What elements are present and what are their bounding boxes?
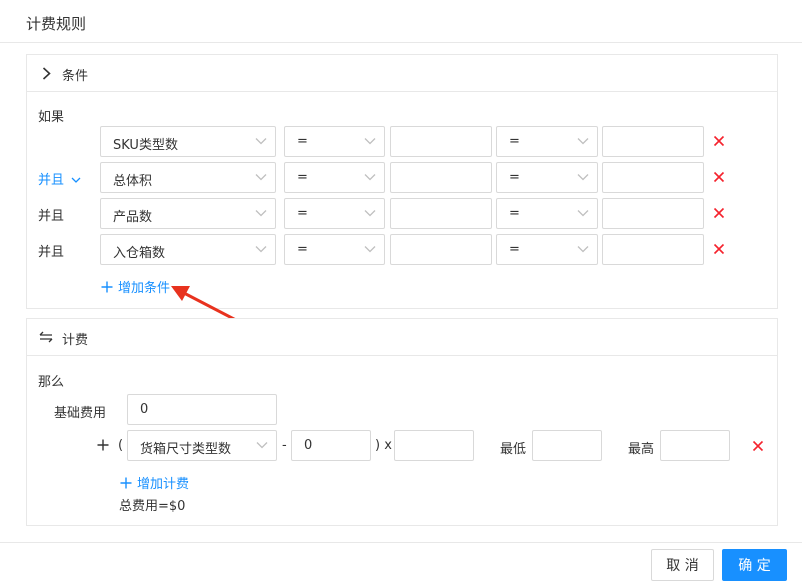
min-label: 最低 bbox=[500, 442, 527, 457]
add-condition-button[interactable]: 增加条件 bbox=[101, 277, 170, 296]
conditions-title: 条件 bbox=[62, 69, 89, 84]
chevron-down-icon bbox=[577, 246, 589, 253]
ok-button[interactable]: 确 定 bbox=[722, 549, 787, 581]
max-input[interactable] bbox=[660, 430, 730, 461]
delete-condition-icon[interactable] bbox=[713, 171, 725, 183]
chevron-down-icon bbox=[71, 177, 81, 183]
chevron-down-icon bbox=[255, 210, 267, 217]
condition-operator-select[interactable]: = bbox=[496, 234, 598, 265]
plus-icon bbox=[97, 439, 109, 451]
chevron-down-icon bbox=[577, 210, 589, 217]
condition-value-input[interactable] bbox=[602, 234, 704, 265]
delete-condition-icon[interactable] bbox=[713, 243, 725, 255]
max-label: 最高 bbox=[628, 442, 655, 457]
condition-operator-select[interactable]: = bbox=[496, 162, 598, 193]
chevron-right-icon[interactable] bbox=[39, 65, 53, 81]
condition-value-input[interactable] bbox=[390, 162, 492, 193]
total-fee-text: 总费用=$0 bbox=[119, 499, 186, 514]
open-paren: ( bbox=[118, 438, 124, 453]
condition-value-input[interactable] bbox=[602, 198, 704, 229]
chevron-down-icon bbox=[577, 174, 589, 181]
chevron-down-icon bbox=[255, 174, 267, 181]
dialog-header: 计费规则 bbox=[0, 0, 802, 43]
billing-field-select[interactable]: 货箱尺寸类型数 bbox=[127, 430, 277, 461]
condition-connector-select[interactable]: 并且 bbox=[38, 169, 81, 188]
base-fee-label: 基础费用 bbox=[54, 406, 107, 421]
delete-condition-icon[interactable] bbox=[713, 135, 725, 147]
cancel-button[interactable]: 取 消 bbox=[651, 549, 714, 581]
then-label: 那么 bbox=[38, 375, 65, 390]
delete-condition-icon[interactable] bbox=[713, 207, 725, 219]
condition-operator-select[interactable]: = bbox=[284, 162, 385, 193]
multiplier-input[interactable] bbox=[394, 430, 474, 461]
condition-field-select[interactable]: 入仓箱数 bbox=[100, 234, 276, 265]
chevron-down-icon bbox=[256, 442, 268, 449]
chevron-down-icon bbox=[255, 246, 267, 253]
if-label: 如果 bbox=[38, 110, 65, 125]
billing-panel-header: 计费 bbox=[27, 319, 777, 356]
condition-value-input[interactable] bbox=[390, 234, 492, 265]
chevron-down-icon bbox=[364, 174, 376, 181]
chevron-down-icon bbox=[364, 246, 376, 253]
chevron-down-icon bbox=[255, 138, 267, 145]
plus-icon bbox=[101, 281, 113, 292]
plus-icon bbox=[120, 477, 132, 488]
condition-field-select[interactable]: 总体积 bbox=[100, 162, 276, 193]
close-paren-times: ) x bbox=[375, 438, 392, 453]
condition-operator-select[interactable]: = bbox=[284, 198, 385, 229]
condition-operator-select[interactable]: = bbox=[496, 198, 598, 229]
chevron-down-icon bbox=[577, 138, 589, 145]
condition-value-input[interactable] bbox=[390, 198, 492, 229]
conditions-panel-header[interactable]: 条件 bbox=[27, 55, 777, 92]
minus-sign: - bbox=[282, 438, 287, 453]
swap-icon bbox=[39, 329, 53, 345]
condition-value-input[interactable] bbox=[602, 126, 704, 157]
billing-title: 计费 bbox=[62, 333, 89, 348]
condition-connector-label: 并且 bbox=[38, 209, 65, 224]
base-fee-input[interactable] bbox=[127, 394, 277, 425]
condition-operator-select[interactable]: = bbox=[284, 126, 385, 157]
offset-input[interactable] bbox=[291, 430, 371, 461]
delete-fee-icon[interactable] bbox=[752, 440, 764, 452]
condition-operator-select[interactable]: = bbox=[496, 126, 598, 157]
condition-operator-select[interactable]: = bbox=[284, 234, 385, 265]
min-input[interactable] bbox=[532, 430, 602, 461]
dialog-title: 计费规则 bbox=[26, 15, 87, 33]
condition-field-select[interactable]: SKU类型数 bbox=[100, 126, 276, 157]
chevron-down-icon bbox=[364, 138, 376, 145]
chevron-down-icon bbox=[364, 210, 376, 217]
add-fee-button[interactable]: 增加计费 bbox=[120, 473, 189, 492]
condition-field-select[interactable]: 产品数 bbox=[100, 198, 276, 229]
condition-value-input[interactable] bbox=[602, 162, 704, 193]
condition-value-input[interactable] bbox=[390, 126, 492, 157]
condition-connector-label: 并且 bbox=[38, 245, 65, 260]
